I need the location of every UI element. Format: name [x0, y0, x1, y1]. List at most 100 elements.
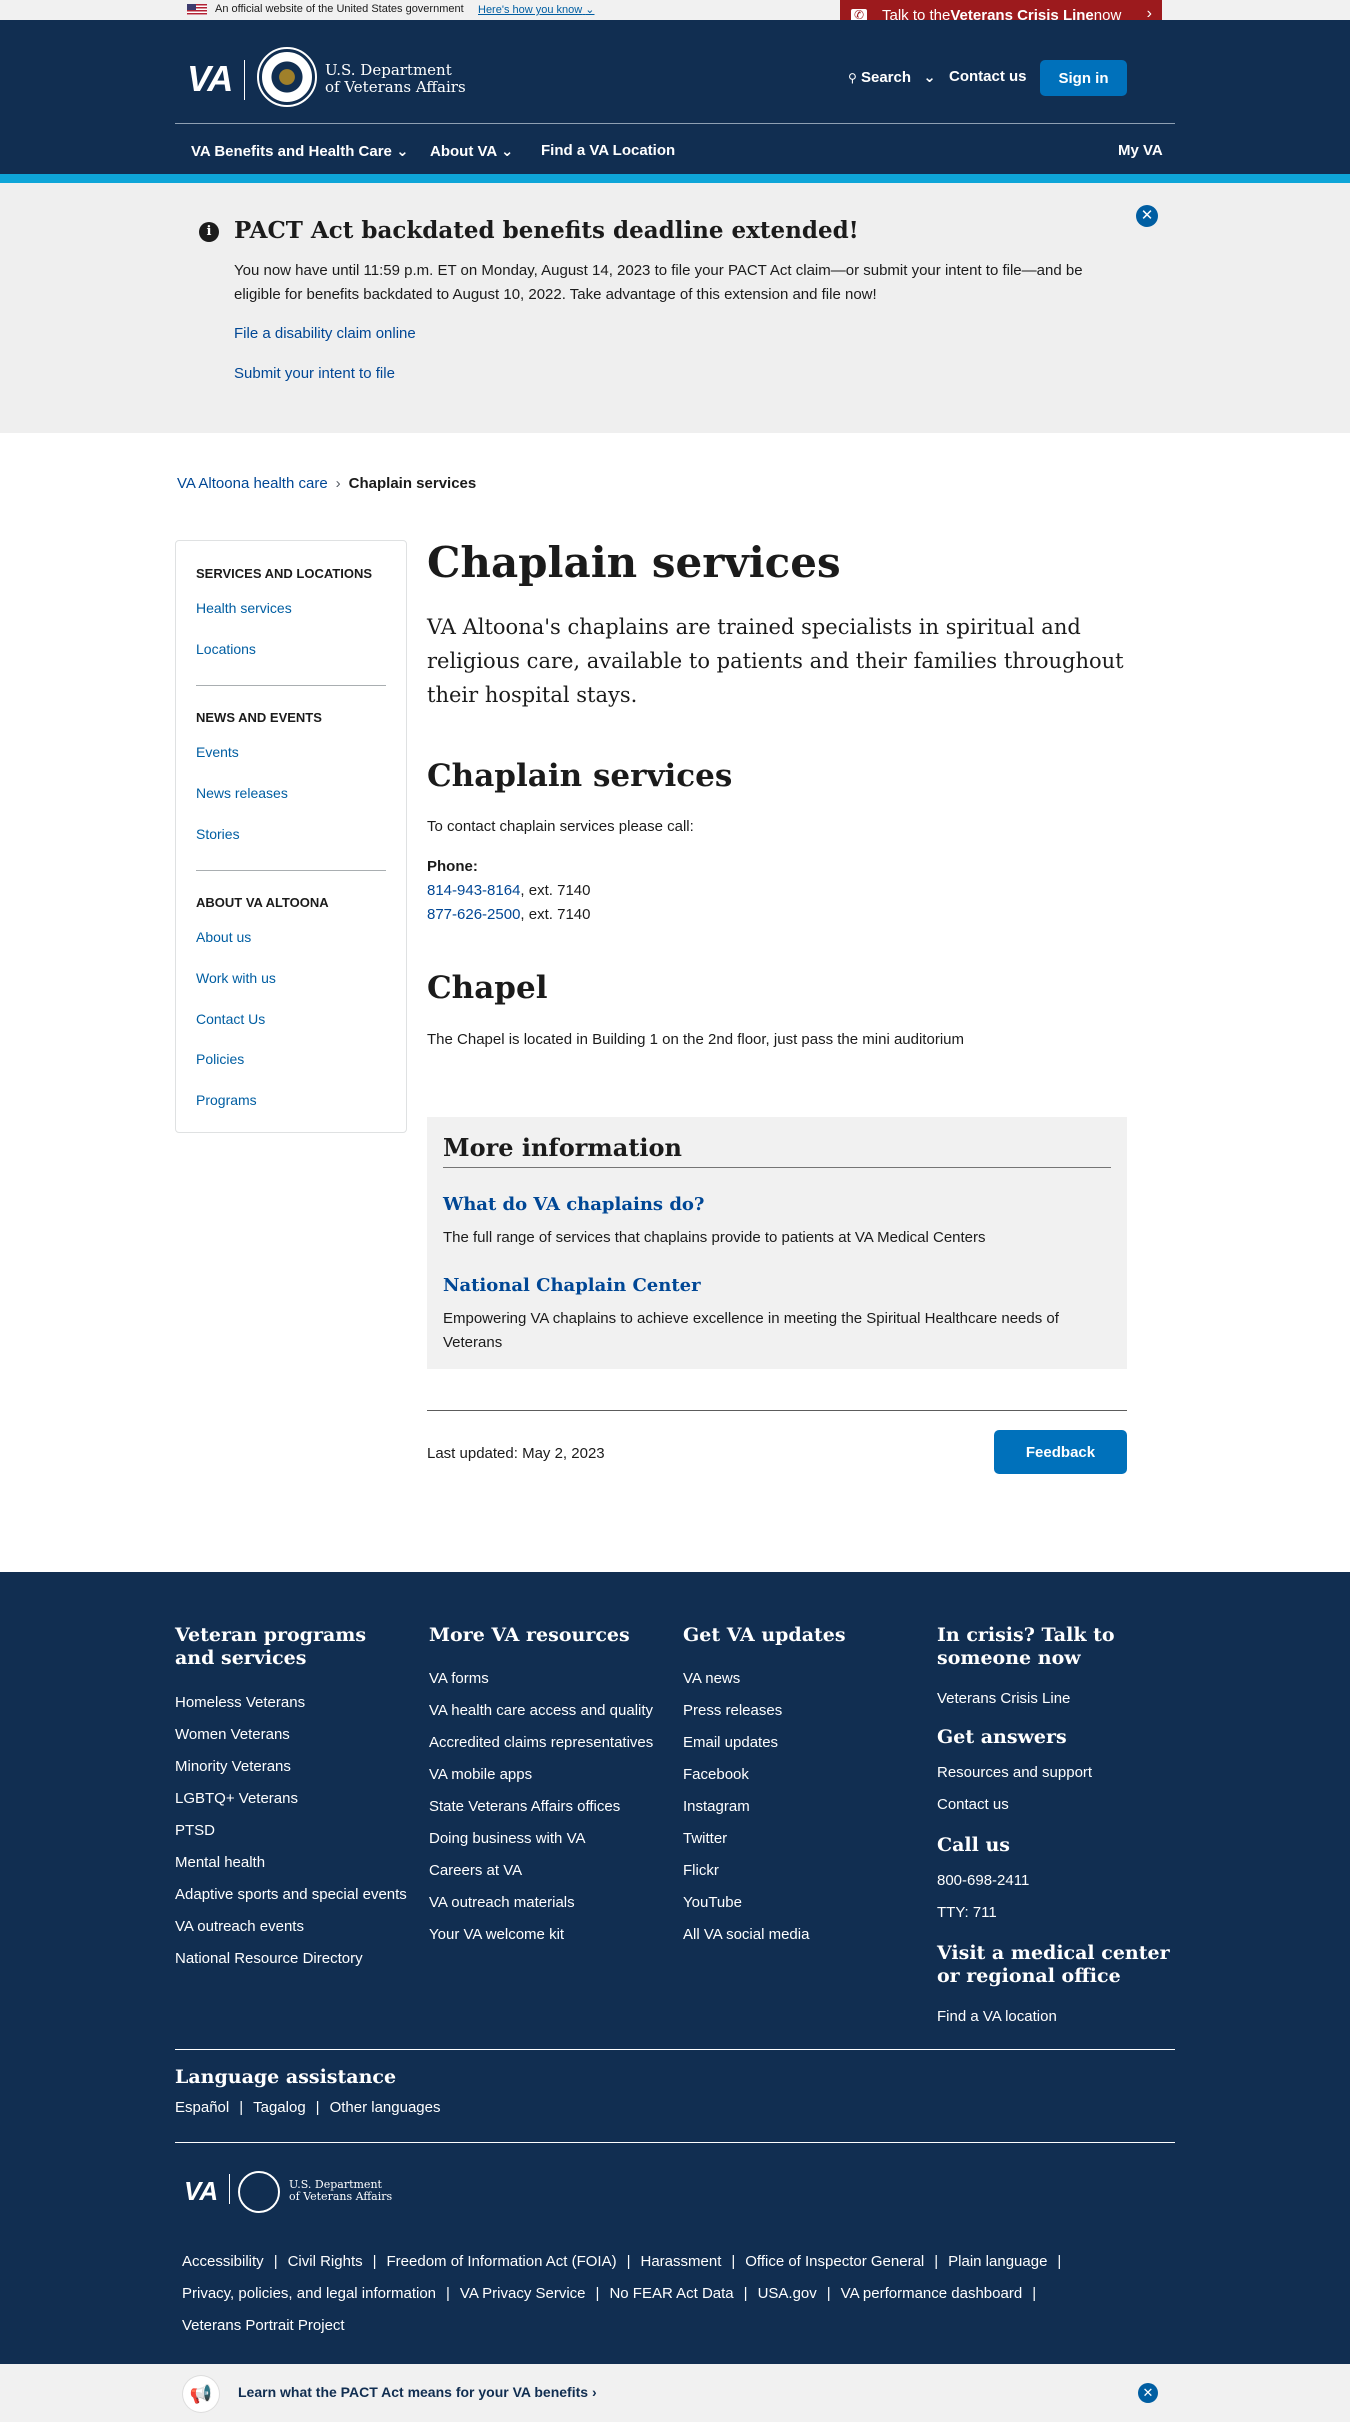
footer-link[interactable]: Flickr [683, 1862, 719, 1879]
footer-find-location-link[interactable]: Find a VA location [937, 2008, 1057, 2025]
legal-link[interactable]: Civil Rights [288, 2253, 363, 2270]
footer-link[interactable]: VA news [683, 1670, 740, 1687]
more-information-box: More information What do VA chaplains do… [427, 1117, 1127, 1369]
footer-link[interactable]: YouTube [683, 1894, 742, 1911]
sign-in-button[interactable]: Sign in [1040, 60, 1127, 96]
footer-link[interactable]: VA outreach materials [429, 1894, 575, 1911]
nav-about-va[interactable]: About VA ⌄ [430, 142, 513, 160]
language-link-other[interactable]: Other languages [330, 2099, 441, 2116]
pact-act-link[interactable]: Learn what the PACT Act means for your V… [238, 2384, 597, 2400]
national-chaplain-desc: Empowering VA chaplains to achieve excel… [443, 1310, 1059, 1351]
section-chapel-title: Chapel [427, 970, 548, 1006]
sidebar-item-work-with-us[interactable]: Work with us [196, 970, 276, 986]
footer-link[interactable]: VA outreach events [175, 1918, 304, 1935]
sidebar-item-news-releases[interactable]: News releases [196, 785, 288, 801]
language-link-tagalog[interactable]: Tagalog [253, 2099, 306, 2116]
footer-department-name: U.S. Department of Veterans Affairs [289, 2179, 392, 2203]
chevron-down-icon: ⌄ [396, 143, 409, 160]
footer-link[interactable]: Facebook [683, 1766, 749, 1783]
sidebar-item-health-services[interactable]: Health services [196, 600, 292, 616]
footer-link[interactable]: Careers at VA [429, 1862, 522, 1879]
footer-link[interactable]: VA health care access and quality [429, 1702, 653, 1719]
chaplains-do-link[interactable]: What do VA chaplains do? [443, 1194, 704, 1215]
footer-link[interactable]: Resources and support [937, 1764, 1092, 1781]
sidebar-item-locations[interactable]: Locations [196, 641, 256, 657]
footer-phone-link[interactable]: 800-698-2411 [937, 1872, 1029, 1889]
page-intro: VA Altoona's chaplains are trained speci… [427, 615, 1124, 707]
footer-va-logo[interactable]: VA [184, 2176, 218, 2207]
banner-body: You now have until 11:59 p.m. ET on Mond… [234, 262, 1083, 303]
legal-link[interactable]: No FEAR Act Data [609, 2285, 733, 2302]
intent-to-file-link[interactable]: Submit your intent to file [234, 365, 395, 382]
footer-link[interactable]: VA mobile apps [429, 1766, 532, 1783]
legal-link[interactable]: Privacy, policies, and legal information [182, 2285, 436, 2302]
footer-link[interactable]: Minority Veterans [175, 1758, 291, 1775]
footer-link[interactable]: Email updates [683, 1734, 778, 1751]
sidebar-item-policies[interactable]: Policies [196, 1051, 244, 1067]
national-chaplain-link[interactable]: National Chaplain Center [443, 1275, 701, 1296]
sidenav-section-title: SERVICES AND LOCATIONS [196, 566, 373, 581]
feedback-button[interactable]: Feedback [994, 1430, 1127, 1474]
megaphone-icon: 📢 [183, 2376, 219, 2412]
breadcrumb-current: Chaplain services [348, 475, 477, 492]
va-seal-icon [257, 47, 317, 107]
legal-links-row-3: Veterans Portrait Project [182, 2317, 1082, 2334]
va-logo[interactable]: VA [187, 58, 233, 100]
footer-link[interactable]: Contact us [937, 1796, 1009, 1813]
legal-link[interactable]: USA.gov [758, 2285, 817, 2302]
sidebar-item-about-us[interactable]: About us [196, 929, 251, 945]
footer-crisis-link[interactable]: Veterans Crisis Line [937, 1690, 1070, 1707]
phone-link-2[interactable]: 877-626-2500 [427, 906, 520, 923]
dept-line2: of Veterans Affairs [325, 78, 466, 96]
close-icon[interactable]: ✕ [1136, 205, 1158, 227]
search-button[interactable]: ⚲ Search ⌄ [848, 68, 936, 86]
pact-act-link-label: Learn what the PACT Act means for your V… [238, 2384, 589, 2400]
footer-link[interactable]: Twitter [683, 1830, 727, 1847]
legal-link[interactable]: Accessibility [182, 2253, 264, 2270]
heres-how-you-know-link[interactable]: Here's how you know ⌄ [478, 3, 595, 16]
footer-link[interactable]: Women Veterans [175, 1726, 290, 1743]
legal-link[interactable]: VA Privacy Service [460, 2285, 586, 2302]
nav-benefits-health-care[interactable]: VA Benefits and Health Care ⌄ [191, 142, 409, 160]
sidebar-item-events[interactable]: Events [196, 744, 239, 760]
footer-link[interactable]: LGBTQ+ Veterans [175, 1790, 298, 1807]
nav-find-location[interactable]: Find a VA Location [541, 142, 675, 159]
breadcrumb: VA Altoona health care › Chaplain services [177, 475, 476, 492]
flag-icon [187, 4, 207, 15]
file-claim-link[interactable]: File a disability claim online [234, 325, 416, 342]
legal-link[interactable]: Freedom of Information Act (FOIA) [387, 2253, 617, 2270]
footer-link[interactable]: PTSD [175, 1822, 215, 1839]
sidebar-item-programs[interactable]: Programs [196, 1092, 257, 1108]
footer-link[interactable]: Doing business with VA [429, 1830, 585, 1847]
footer-link[interactable]: Instagram [683, 1798, 750, 1815]
footer-link[interactable]: VA forms [429, 1670, 489, 1687]
legal-link[interactable]: Veterans Portrait Project [182, 2317, 345, 2334]
legal-link[interactable]: Office of Inspector General [745, 2253, 924, 2270]
legal-link[interactable]: Plain language [948, 2253, 1047, 2270]
phone-ext-2: , ext. 7140 [520, 906, 591, 923]
sidebar-item-contact-us[interactable]: Contact Us [196, 1011, 265, 1027]
contact-us-link[interactable]: Contact us [949, 68, 1027, 85]
legal-link[interactable]: VA performance dashboard [841, 2285, 1023, 2302]
footer-link[interactable]: State Veterans Affairs offices [429, 1798, 620, 1815]
sidebar-item-stories[interactable]: Stories [196, 826, 240, 842]
footer-link[interactable]: Accredited claims representatives [429, 1734, 653, 1751]
nav-my-va[interactable]: My VA [1118, 142, 1163, 159]
breadcrumb-parent[interactable]: VA Altoona health care [177, 475, 328, 492]
language-link-espanol[interactable]: Español [175, 2099, 229, 2116]
footer-divider [175, 2049, 1175, 2050]
legal-link[interactable]: Harassment [641, 2253, 722, 2270]
footer-link[interactable]: Mental health [175, 1854, 265, 1871]
footer-link[interactable]: National Resource Directory [175, 1950, 363, 1967]
footer-link[interactable]: Press releases [683, 1702, 782, 1719]
close-icon[interactable]: ✕ [1138, 2383, 1158, 2403]
legal-links-row-2: Privacy, policies, and legal information… [182, 2285, 1037, 2302]
more-info-divider [443, 1167, 1111, 1168]
footer-tty-link[interactable]: TTY: 711 [937, 1904, 997, 1921]
phone-link-1[interactable]: 814-943-8164 [427, 882, 520, 899]
footer-link[interactable]: All VA social media [683, 1926, 809, 1943]
footer-link[interactable]: Adaptive sports and special events [175, 1886, 407, 1903]
footer-link[interactable]: Homeless Veterans [175, 1694, 305, 1711]
footer-link[interactable]: Your VA welcome kit [429, 1926, 564, 1943]
department-name[interactable]: U.S. Department of Veterans Affairs [325, 62, 466, 96]
